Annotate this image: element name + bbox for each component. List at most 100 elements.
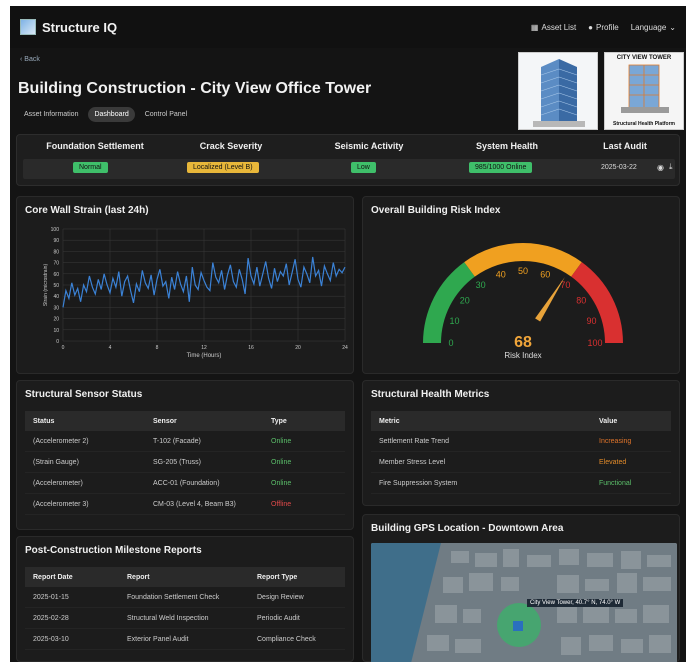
table-row[interactable]: 2025-02-28 Structural Weld Inspection Pe… (25, 608, 345, 629)
gauge-tick-label: 0 (448, 338, 453, 348)
status-values-row (23, 159, 675, 179)
report-type-cell: Compliance Check (257, 635, 316, 643)
metric-value-cell: Functional (599, 479, 632, 487)
col-header-type: Type (271, 417, 287, 425)
sensor-status-table: Status Sensor Type (Accelerometer 2) T-1… (25, 411, 345, 515)
gauge-tick-label: 80 (576, 296, 586, 306)
y-tick-label: 40 (53, 294, 59, 300)
table-row[interactable]: (Strain Gauge) SG-205 (Truss) Online (25, 452, 345, 473)
poster-caption: CITY VIEW TOWER (616, 55, 672, 61)
y-tick-label: 80 (53, 249, 59, 255)
col-header-value: Value (599, 417, 618, 425)
sensor-type-cell: Online (271, 479, 292, 487)
x-tick-label: 20 (295, 345, 301, 351)
gps-location-panel: Building GPS Location - Downtown Area Ci… (362, 514, 680, 662)
gauge-tick-label: 90 (586, 316, 596, 326)
milestone-reports-panel: Post-Construction Milestone Reports Repo… (16, 536, 354, 662)
report-type-cell: Periodic Audit (257, 614, 300, 622)
logo-icon (20, 19, 36, 35)
gauge-tick-label: 60 (540, 270, 550, 280)
gauge-tick-label: 20 (460, 296, 470, 306)
risk-index-value: 68 (514, 334, 532, 351)
sensor-type-cell: Offline (271, 500, 292, 508)
col-header-report-date: Report Date (33, 573, 73, 581)
x-tick-label: 12 (201, 345, 207, 351)
status-header-health: System Health (475, 141, 539, 151)
x-tick-label: 4 (109, 345, 112, 351)
poster-subcaption: Structural Health Platform (613, 121, 675, 127)
status-header-crack: Crack Severity (199, 141, 263, 151)
tab-asset-information[interactable]: Asset Information (18, 107, 84, 122)
x-tick-label: 16 (248, 345, 254, 351)
table-row[interactable]: (Accelerometer 2) T-102 (Facade) Online (25, 431, 345, 452)
sensor-status-title: Structural Sensor Status (25, 389, 143, 400)
health-metrics-table: Metric Value Settlement Rate Trend Incre… (371, 411, 671, 494)
map-tiles (371, 543, 677, 662)
tab-bar: Asset Information Dashboard Control Pane… (18, 107, 193, 122)
status-header-foundation: Foundation Settlement (46, 141, 144, 151)
sensor-type-cell: Online (271, 437, 292, 445)
strain-y-axis-label: Strain (microstrain) (43, 264, 49, 307)
top-nav: ▦ Asset List ● Profile Language ⌄ (531, 23, 676, 32)
table-row[interactable]: Member Stress Level Elevated (371, 452, 671, 473)
table-row[interactable]: (Accelerometer) ACC-01 (Foundation) Onli… (25, 473, 345, 494)
col-header-metric: Metric (379, 417, 400, 425)
metric-value-cell: Increasing (599, 437, 632, 445)
building-render-image (518, 52, 598, 130)
eye-icon[interactable]: ◉ (657, 163, 664, 172)
strain-chart-title: Core Wall Strain (last 24h) (25, 205, 149, 216)
report-date-cell: 2025-01-15 (33, 593, 69, 601)
y-tick-label: 10 (53, 328, 59, 334)
table-row[interactable]: (Accelerometer 3) CM-03 (Level 4, Beam B… (25, 494, 345, 515)
risk-index-panel: Overall Building Risk Index 0 10 20 30 40 50 6… (362, 196, 680, 374)
metrics-table-header: Metric Value (371, 411, 671, 431)
platform-poster-image: CITY VIEW TOWER Structural Health Platfo… (604, 52, 684, 130)
risk-index-label: Risk Index (504, 351, 541, 360)
col-header-report: Report (127, 573, 150, 581)
milestone-reports-title: Post-Construction Milestone Reports (25, 545, 202, 556)
status-badge-seismic: Low (351, 162, 376, 173)
metric-name-cell: Settlement Rate Trend (379, 437, 450, 445)
location-map[interactable]: City View Tower, 40.7° N, 74.0° W (371, 543, 677, 662)
gauge-tick-label: 50 (518, 266, 528, 276)
top-bar: Structure IQ ▦ Asset List ● Profile Langua… (10, 6, 686, 48)
app-logo[interactable]: Structure IQ (20, 19, 117, 35)
gps-location-title: Building GPS Location - Downtown Area (371, 523, 564, 534)
app-name: Structure IQ (42, 19, 118, 35)
x-tick-label: 8 (156, 345, 159, 351)
gauge-tick-label: 100 (587, 338, 602, 348)
gauge-needle (535, 277, 565, 322)
back-link[interactable]: ‹ Back (20, 56, 40, 63)
table-row[interactable]: 2025-03-10 Exterior Panel Audit Complian… (25, 629, 345, 650)
status-header-seismic: Seismic Activity (334, 141, 404, 151)
report-name-cell: Exterior Panel Audit (127, 635, 189, 643)
table-row[interactable]: Fire Suppression System Functional (371, 473, 671, 494)
gauge-tick-label: 30 (476, 280, 486, 290)
page-title: Building Construction - City View Office… (18, 80, 372, 97)
milestone-reports-table: Report Date Report Report Type 2025-01-1… (25, 567, 345, 650)
nav-language[interactable]: Language ⌄ (631, 23, 676, 32)
tab-dashboard[interactable]: Dashboard (88, 107, 135, 122)
gauge-tick-label: 70 (560, 280, 570, 290)
health-metrics-title: Structural Health Metrics (371, 389, 490, 400)
metric-name-cell: Fire Suppression System (379, 479, 458, 487)
x-tick-label: 24 (342, 345, 348, 351)
building-icon: ▦ (530, 22, 539, 32)
nav-profile[interactable]: ● Profile (588, 23, 619, 32)
building-illustration (519, 53, 597, 129)
download-icon[interactable]: ⤓ (669, 162, 673, 172)
risk-gauge: 0 1020 30 40 50 60 70 8090 100 68 Risk Index (423, 243, 623, 360)
tab-control-panel[interactable]: Control Panel (139, 107, 193, 122)
sensor-table-header: Status Sensor Type (25, 411, 345, 431)
sensor-name-cell: ACC-01 (Foundation) (153, 479, 220, 487)
nav-asset-list[interactable]: ▦ Asset List (531, 23, 576, 32)
table-row[interactable]: Settlement Rate Trend Increasing (371, 431, 671, 452)
health-metrics-panel: Structural Health Metrics Metric Value S… (362, 380, 680, 506)
col-header-sensor: Sensor (153, 417, 177, 425)
report-name-cell: Structural Weld Inspection (127, 614, 209, 622)
col-header-status: Status (33, 417, 55, 425)
table-row[interactable]: 2025-01-15 Foundation Settlement Check D… (25, 587, 345, 608)
user-icon: ● (588, 22, 594, 32)
status-badge-crack: Localized (Level B) (187, 162, 259, 173)
sensor-name-cell: SG-205 (Truss) (153, 458, 201, 466)
